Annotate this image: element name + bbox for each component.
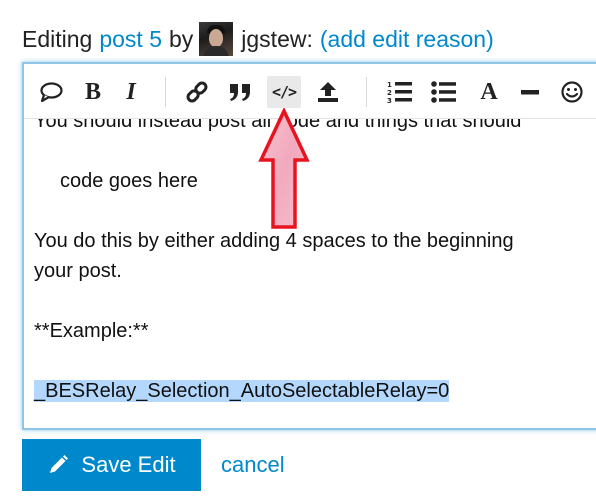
editing-label: Editing <box>22 25 93 52</box>
save-edit-button[interactable]: Save Edit <box>22 439 201 491</box>
editor-textarea[interactable]: You should instead post all code and thi… <box>34 106 596 406</box>
save-edit-label: Save Edit <box>81 452 176 477</box>
horizontal-rule-icon <box>521 90 539 95</box>
horizontal-rule-button[interactable] <box>513 76 547 108</box>
quote-icon <box>230 84 250 101</box>
add-edit-reason-link[interactable]: (add edit reason) <box>320 26 494 53</box>
annotation-arrow <box>258 108 310 229</box>
by-label: by <box>168 25 194 52</box>
preformatted-text-button[interactable]: </> <box>267 76 301 108</box>
edit-header: Editing post 5 by jgstew: (add edit reas… <box>22 22 494 56</box>
bulleted-list-button[interactable] <box>427 76 461 108</box>
toolbar-divider <box>165 77 166 107</box>
italic-icon: I <box>126 78 136 105</box>
blockquote-button[interactable] <box>223 76 257 108</box>
unordered-list-icon <box>431 81 456 103</box>
avatar[interactable] <box>199 22 234 56</box>
username: jgstew: <box>241 25 313 52</box>
toolbar-divider <box>366 77 367 107</box>
pencil-icon <box>50 455 69 473</box>
numbered-list-button[interactable]: 1 2 3 <box>383 76 417 108</box>
editor-line-selected: _BESRelay_Selection_AutoSelectableRelay=… <box>34 376 596 406</box>
smiley-icon <box>561 81 583 103</box>
quote-button[interactable] <box>34 76 68 108</box>
svg-text:1: 1 <box>387 81 392 89</box>
heading-icon: A <box>480 78 498 105</box>
upload-button[interactable] <box>311 76 345 108</box>
bold-button[interactable]: B <box>76 76 110 108</box>
heading-button[interactable]: A <box>472 76 506 108</box>
speech-bubble-icon <box>40 82 63 103</box>
post-link[interactable]: post 5 <box>99 26 162 53</box>
svg-text:2: 2 <box>387 89 392 97</box>
editor-line: **Example:** <box>34 320 149 342</box>
italic-button[interactable]: I <box>114 76 148 108</box>
emoji-button[interactable] <box>555 76 589 108</box>
editor-code-line: code goes here <box>60 170 198 192</box>
selected-text: _BESRelay_Selection_AutoSelectableRelay=… <box>34 380 450 402</box>
upload-icon <box>318 82 338 102</box>
bold-icon: B <box>84 78 101 105</box>
code-icon: </> <box>271 83 297 101</box>
link-icon <box>186 81 208 103</box>
editor-line: You do this by either adding 4 spaces to… <box>34 230 514 252</box>
editor-toolbar: B I </> 1 2 3 A <box>24 64 596 119</box>
cancel-link[interactable]: cancel <box>221 452 285 478</box>
editor-line: your post. <box>34 260 122 282</box>
link-button[interactable] <box>180 76 214 108</box>
svg-text:3: 3 <box>387 97 392 104</box>
ordered-list-icon: 1 2 3 <box>387 81 412 104</box>
